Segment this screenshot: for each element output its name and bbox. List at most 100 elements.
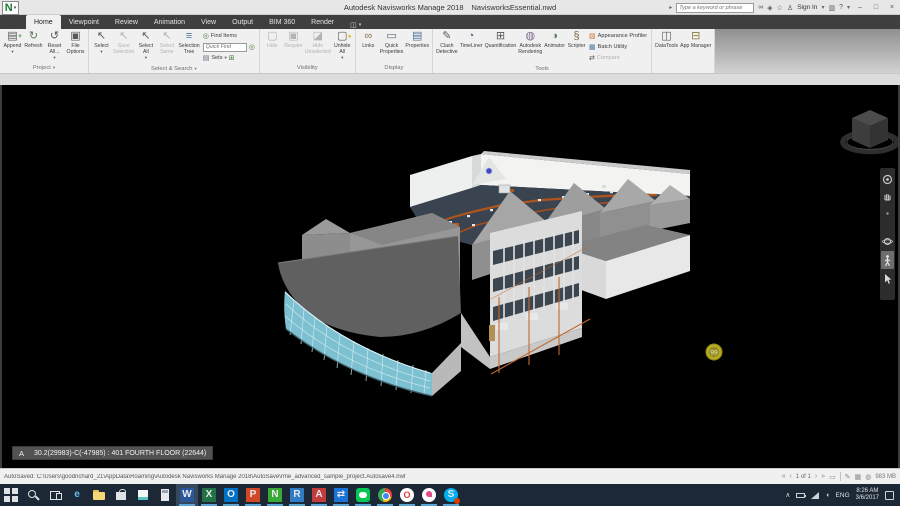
- navbar-options-dot-icon[interactable]: [881, 206, 894, 220]
- tray-expand-icon[interactable]: ∧: [785, 491, 790, 499]
- group-label-select-search[interactable]: Select & Search ▾: [91, 64, 257, 73]
- quick-properties-button[interactable]: ▭ Quick Properties ▾: [379, 30, 405, 55]
- manage-sets-icon[interactable]: ⊞: [229, 54, 235, 63]
- quick-find-input[interactable]: [202, 42, 247, 52]
- infocenter-collapse-icon[interactable]: ▸: [669, 4, 672, 11]
- language-indicator[interactable]: ENG: [836, 492, 850, 499]
- revit-icon[interactable]: R: [286, 484, 308, 506]
- tab-bim360[interactable]: BIM 360: [261, 15, 303, 29]
- select-button[interactable]: ↖ Select ▾: [91, 30, 112, 54]
- pan-hand-button[interactable]: [881, 189, 894, 203]
- tab-output[interactable]: Output: [224, 15, 261, 29]
- store-icon[interactable]: [110, 484, 132, 506]
- tab-animation[interactable]: Animation: [146, 15, 193, 29]
- sign-in-button[interactable]: Sign In: [797, 4, 817, 11]
- opera-icon[interactable]: O: [396, 484, 418, 506]
- select-cursor-button[interactable]: [881, 272, 894, 286]
- task-view-button[interactable]: [44, 484, 66, 506]
- append-button[interactable]: ▤ + Append ▾: [2, 30, 23, 54]
- appearance-profiler-button[interactable]: ▨ Appearance Profiler: [589, 31, 647, 41]
- taskbar-search-button[interactable]: [22, 484, 44, 506]
- datatools-button[interactable]: ◫ DataTools ▾: [654, 30, 679, 49]
- unhide-all-button[interactable]: ▢ ● Unhide All ▾: [332, 30, 353, 60]
- action-center-icon[interactable]: [885, 490, 894, 500]
- autodesk-rendering-button[interactable]: ◍ Autodesk Rendering ▾: [517, 30, 543, 55]
- start-button[interactable]: [0, 484, 22, 506]
- orbit-button[interactable]: [881, 234, 894, 248]
- links-button[interactable]: ∞ Links ▾: [358, 30, 379, 49]
- edge-icon[interactable]: e: [66, 484, 88, 506]
- word-icon[interactable]: W: [176, 484, 198, 506]
- save-selection-button[interactable]: ↖ Save Selection ▾: [112, 30, 135, 55]
- help-search-input[interactable]: [676, 2, 755, 13]
- tab-render[interactable]: Render: [303, 15, 342, 29]
- tab-review[interactable]: Review: [107, 15, 146, 29]
- 3d-viewport[interactable]: 99 A 30.2(29983)-C(-47985) : 401 FOURTH …: [0, 85, 900, 468]
- animator-button[interactable]: ◑ Animator ▾: [543, 30, 566, 49]
- tab-home[interactable]: Home: [26, 15, 61, 29]
- file-options-button[interactable]: ▣ File Options ▾: [65, 30, 86, 55]
- view-cube[interactable]: [840, 110, 898, 155]
- review-tag-marker[interactable]: 99: [705, 343, 723, 361]
- file-explorer-icon[interactable]: [88, 484, 110, 506]
- notes-icon[interactable]: [132, 484, 154, 506]
- teamviewer-icon[interactable]: ⇄: [330, 484, 352, 506]
- properties-button[interactable]: ▤ Properties ▾: [404, 30, 430, 49]
- skype-icon[interactable]: S: [440, 484, 462, 506]
- ribbon-display-toggle[interactable]: ◫ ▾: [350, 21, 361, 29]
- exchange-apps-icon[interactable]: ◈: [767, 4, 772, 12]
- timeliner-button[interactable]: ◔ TimeLiner ▾: [459, 30, 484, 49]
- walk-button[interactable]: [881, 251, 894, 269]
- quick-find-icon[interactable]: ◎: [249, 43, 255, 52]
- sets-dropdown[interactable]: ▤ Sets ▾ ⊞: [203, 53, 255, 63]
- tab-view[interactable]: View: [193, 15, 224, 29]
- next-sheet-button[interactable]: ›: [815, 473, 817, 480]
- find-items-button[interactable]: ◎ Find Items: [203, 31, 255, 41]
- navisworks-icon[interactable]: N: [264, 484, 286, 506]
- favorites-star-icon[interactable]: ☆: [777, 4, 783, 12]
- app-menu-button[interactable]: N ▾: [2, 1, 19, 15]
- refresh-button[interactable]: ↻ Refresh ▾: [23, 30, 44, 49]
- group-label-project[interactable]: Project ▾: [2, 63, 86, 73]
- compare-button[interactable]: ⇄ Compare: [589, 53, 647, 63]
- app-manager-button[interactable]: ⊟ App Manager ▾: [679, 30, 712, 49]
- steering-wheel-button[interactable]: [881, 172, 894, 186]
- quantification-button[interactable]: ⊞ Quantification ▾: [484, 30, 518, 49]
- maximize-button[interactable]: □: [870, 4, 882, 11]
- minimize-button[interactable]: –: [854, 4, 866, 11]
- clash-detective-button[interactable]: ✎ Clash Detective ▾: [435, 30, 459, 55]
- chrome-icon[interactable]: [374, 484, 396, 506]
- powerpoint-icon[interactable]: P: [242, 484, 264, 506]
- outlook-icon[interactable]: O: [220, 484, 242, 506]
- help-icon[interactable]: ?: [839, 4, 843, 11]
- 3d-model-building[interactable]: 99: [2, 85, 898, 468]
- sign-in-arrow-icon[interactable]: ▾: [821, 4, 824, 11]
- sheet-browser-icon[interactable]: ▭: [829, 473, 836, 481]
- reset-all-button[interactable]: ↺ Reset All... ▾: [44, 30, 65, 60]
- select-all-button[interactable]: ↖ Select All ▾: [135, 30, 156, 60]
- battery-icon[interactable]: [796, 492, 807, 498]
- last-sheet-button[interactable]: »: [821, 473, 825, 480]
- clock[interactable]: 8:26 AM 3/6/2017: [856, 488, 879, 502]
- search-icon[interactable]: ∞: [758, 4, 763, 11]
- close-button[interactable]: ×: [886, 4, 898, 11]
- app-store-cart-icon[interactable]: ▥: [828, 4, 835, 12]
- previous-sheet-button[interactable]: ‹: [789, 473, 791, 480]
- pink-app-icon[interactable]: [418, 484, 440, 506]
- tab-viewpoint[interactable]: Viewpoint: [61, 15, 107, 29]
- select-same-button[interactable]: ↖ Select Same ▾: [156, 30, 177, 55]
- excel-icon[interactable]: X: [198, 484, 220, 506]
- batch-utility-button[interactable]: ▦ Batch Utility: [589, 42, 647, 52]
- user-icon[interactable]: ♙: [787, 4, 793, 12]
- help-arrow-icon[interactable]: ▾: [847, 4, 850, 11]
- first-sheet-button[interactable]: «: [782, 473, 786, 480]
- network-icon[interactable]: [811, 491, 820, 499]
- line-icon[interactable]: [352, 484, 374, 506]
- require-button[interactable]: ▣ Require ▾: [283, 30, 304, 49]
- calculator-icon[interactable]: [154, 484, 176, 506]
- scripter-button[interactable]: § Scripter ▾: [566, 30, 587, 49]
- hide-unselected-button[interactable]: ◪ Hide Unselected ▾: [304, 30, 332, 55]
- autocad-icon[interactable]: A: [308, 484, 330, 506]
- volume-icon[interactable]: ◖: [825, 492, 829, 499]
- hide-button[interactable]: ▢ Hide ▾: [262, 30, 283, 49]
